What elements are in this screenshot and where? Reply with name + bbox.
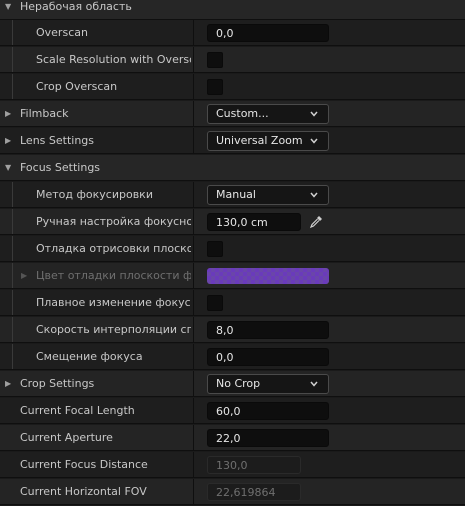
- triangle-right-icon[interactable]: ▶: [5, 128, 11, 154]
- prop-label: Current Focus Distance: [20, 458, 148, 471]
- overscan-input[interactable]: 0,0: [207, 24, 329, 42]
- prop-current-focal-length: Current Focal Length 60,0: [0, 398, 465, 424]
- debug-plane-color-swatch[interactable]: [207, 268, 329, 284]
- prop-label: Плавное изменение фокуса: [36, 296, 191, 309]
- prop-label: Current Aperture: [20, 431, 113, 444]
- chevron-down-icon: [310, 138, 318, 144]
- prop-debug-draw-plane: Отладка отрисовки плоскости фокуса: [0, 236, 465, 262]
- triangle-right-icon[interactable]: ▶: [21, 263, 27, 289]
- prop-label: Crop Settings: [20, 377, 95, 390]
- section-focus-settings[interactable]: ▼ Focus Settings: [0, 155, 465, 181]
- prop-crop-overscan: Crop Overscan: [0, 74, 465, 100]
- prop-label: Скорость интерполяции сглаживания: [36, 323, 191, 336]
- combo-value: Manual: [216, 188, 256, 201]
- prop-smooth-focus: Плавное изменение фокуса: [0, 290, 465, 316]
- prop-label: Lens Settings: [20, 134, 95, 147]
- prop-filmback: ▶ Filmback Custom...: [0, 101, 465, 127]
- current-hfov-value: 22,619864: [207, 483, 301, 501]
- prop-overscan: Overscan 0,0: [0, 20, 465, 46]
- prop-label: Отладка отрисовки плоскости фокуса: [36, 242, 191, 255]
- prop-crop-settings: ▶ Crop Settings No Crop: [0, 371, 465, 397]
- interp-speed-input[interactable]: 8,0: [207, 321, 329, 339]
- prop-label: Current Horizontal FOV: [20, 485, 147, 498]
- scale-resolution-checkbox[interactable]: [207, 52, 223, 68]
- prop-current-hfov: Current Horizontal FOV 22,619864: [0, 479, 465, 505]
- chevron-down-icon: [310, 381, 318, 387]
- debug-draw-plane-checkbox[interactable]: [207, 241, 223, 257]
- triangle-down-icon[interactable]: ▼: [5, 0, 11, 20]
- prop-debug-plane-color: ▶ Цвет отладки плоскости фокуса: [0, 263, 465, 289]
- prop-label: Смещение фокуса: [36, 350, 143, 363]
- prop-current-focus-distance: Current Focus Distance 130,0: [0, 452, 465, 478]
- section-label: Focus Settings: [20, 161, 101, 174]
- current-focal-length-input[interactable]: 60,0: [207, 402, 329, 420]
- prop-label: Filmback: [20, 107, 69, 120]
- prop-lens-settings: ▶ Lens Settings Universal Zoom: [0, 128, 465, 154]
- prop-scale-resolution: Scale Resolution with Overscan: [0, 47, 465, 73]
- combo-value: Custom...: [216, 107, 269, 120]
- focus-method-combo[interactable]: Manual: [207, 185, 329, 205]
- triangle-right-icon[interactable]: ▶: [5, 101, 11, 127]
- eyedropper-icon[interactable]: [308, 214, 324, 230]
- prop-focus-method: Метод фокусировки Manual: [0, 182, 465, 208]
- filmback-combo[interactable]: Custom...: [207, 104, 329, 124]
- prop-label: Overscan: [36, 26, 88, 39]
- current-focus-distance-value: 130,0: [207, 456, 301, 474]
- crop-combo[interactable]: No Crop: [207, 374, 329, 394]
- crop-overscan-checkbox[interactable]: [207, 79, 223, 95]
- current-aperture-input[interactable]: 22,0: [207, 429, 329, 447]
- focus-offset-input[interactable]: 0,0: [207, 348, 329, 366]
- prop-label: Метод фокусировки: [36, 188, 153, 201]
- combo-value: No Crop: [216, 377, 261, 390]
- section-overscan[interactable]: ▼ Нерабочая область: [0, 0, 465, 20]
- manual-focus-input[interactable]: 130,0 cm: [207, 213, 301, 231]
- prop-current-aperture: Current Aperture 22,0: [0, 425, 465, 451]
- prop-label: Ручная настройка фокусного расстояния: [36, 215, 191, 228]
- prop-label: Цвет отладки плоскости фокуса: [36, 269, 191, 282]
- smooth-focus-checkbox[interactable]: [207, 295, 223, 311]
- prop-label: Current Focal Length: [20, 404, 135, 417]
- triangle-down-icon[interactable]: ▼: [5, 155, 11, 181]
- prop-manual-focus: Ручная настройка фокусного расстояния 13…: [0, 209, 465, 235]
- details-panel: ▼ Нерабочая область Overscan 0,0 Scale R…: [0, 0, 465, 506]
- prop-label: Crop Overscan: [36, 80, 118, 93]
- chevron-down-icon: [310, 111, 318, 117]
- prop-interp-speed: Скорость интерполяции сглаживания 8,0: [0, 317, 465, 343]
- triangle-right-icon[interactable]: ▶: [5, 371, 11, 397]
- section-label: Нерабочая область: [20, 0, 132, 13]
- lens-combo[interactable]: Universal Zoom: [207, 131, 329, 151]
- chevron-down-icon: [310, 192, 318, 198]
- prop-label: Scale Resolution with Overscan: [36, 53, 191, 66]
- prop-focus-offset: Смещение фокуса 0,0: [0, 344, 465, 370]
- combo-value: Universal Zoom: [216, 134, 303, 147]
